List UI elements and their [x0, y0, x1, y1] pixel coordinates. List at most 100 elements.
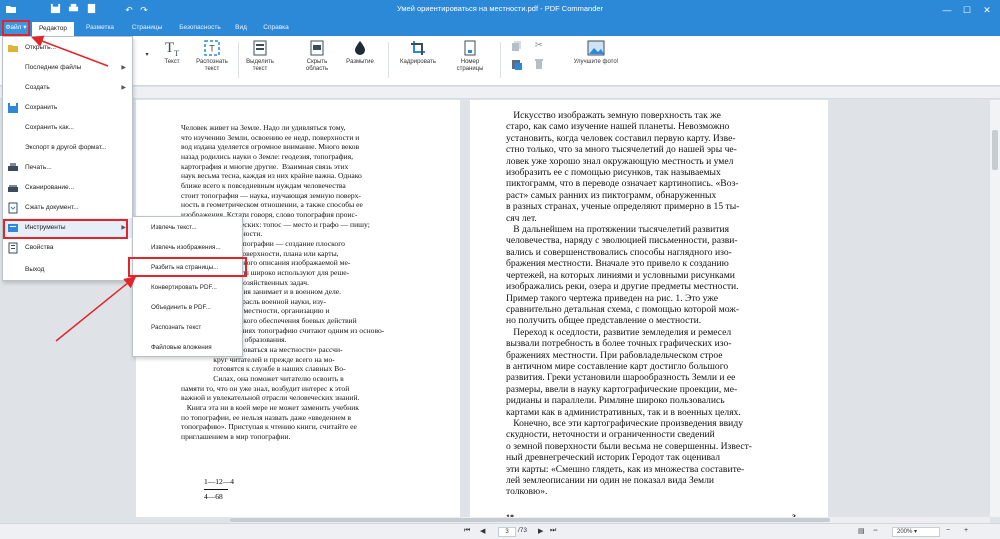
ribbon-separator: [500, 42, 501, 78]
menu-item-create[interactable]: Создать ▶: [3, 78, 132, 98]
select-text-label: Выделить текст: [246, 59, 274, 72]
compress-icon: [7, 202, 19, 214]
menu-item-scan[interactable]: Сканирование...: [3, 178, 132, 198]
zoom-in-icon[interactable]: +: [964, 527, 968, 534]
window-title: Умей ориентироваться на местности.pdf - …: [396, 4, 604, 13]
menu-item-open[interactable]: Открыть...: [3, 38, 132, 58]
split-pages-highlight-box: [128, 257, 247, 277]
single-page-view-icon[interactable]: ▤: [858, 527, 865, 535]
save-icon: [7, 102, 19, 114]
blur-label: Размытие: [346, 59, 374, 65]
file-menu: Открыть... Последние файлы ▶ Создать ▶ С…: [2, 36, 133, 281]
paste-icon: [511, 58, 523, 70]
title-bar: ↶ ↷ Умей ориентироваться на местности.pd…: [0, 0, 1000, 20]
tab-file[interactable]: Файл ▾: [2, 20, 30, 36]
tab-pages[interactable]: Страницы: [124, 20, 170, 36]
minimize-icon[interactable]: —: [938, 2, 956, 18]
workspace-toolbar: [0, 87, 1000, 99]
tab-view[interactable]: Вид: [230, 20, 252, 36]
first-page-icon[interactable]: ⏮: [464, 527, 470, 535]
tab-markup[interactable]: Разметка: [78, 20, 122, 36]
hide-area-button[interactable]: Скрыть область: [300, 40, 334, 82]
tab-help[interactable]: Справка: [256, 20, 296, 36]
maximize-icon[interactable]: ☐: [958, 2, 976, 18]
printer-icon: [7, 162, 19, 174]
left-page-signature-top: 1—12—4: [204, 477, 234, 486]
page-number-input[interactable]: 3: [498, 527, 516, 537]
chevron-right-icon: ▶: [121, 65, 126, 71]
close-icon[interactable]: ✕: [978, 2, 996, 18]
tools-highlight-box: [3, 219, 128, 239]
submenu-item-extract-images[interactable]: Извлечь изображения...: [133, 238, 242, 258]
page-number-label: Номер страницы: [456, 59, 484, 72]
menu-item-exit[interactable]: Выход: [3, 260, 132, 280]
text-icon: TT: [164, 40, 180, 58]
left-page-signature-bottom: 4—68: [204, 492, 223, 501]
recognize-text-button[interactable]: T Распознать текст: [190, 40, 234, 82]
ribbon-separator: [238, 42, 239, 78]
submenu-item-merge-pdf[interactable]: Объединить в PDF...: [133, 298, 242, 318]
dropdown-chevron-button[interactable]: ▾: [140, 40, 154, 82]
scrollbar-thumb[interactable]: [230, 518, 830, 522]
fit-width-icon[interactable]: ⇔: [872, 527, 879, 534]
improve-photo-button[interactable]: Улучшите фото!: [568, 40, 624, 82]
status-bar: ⏮ ◀ 3 /73 ▶ ⏭ ▤ ⇔ 200% ▾ − +: [0, 523, 1000, 539]
right-page-text: Искусство изображать земную поверхность …: [506, 110, 752, 498]
zoom-select[interactable]: 200% ▾: [892, 527, 940, 537]
signature-divider: [204, 489, 228, 490]
submenu-item-recognize-text[interactable]: Распознать текст: [133, 318, 242, 338]
improve-photo-label: Улучшите фото!: [573, 59, 619, 65]
ribbon-toolbar: ▾ TT Текст T Распознать текст Выделить т…: [0, 36, 1000, 86]
properties-icon: [7, 242, 19, 254]
tab-security[interactable]: Безопасность: [172, 20, 228, 36]
hide-area-icon: [309, 40, 325, 56]
chevron-right-icon: ▶: [121, 85, 126, 91]
pdf-commander-window: ↶ ↷ Умей ориентироваться на местности.pd…: [0, 0, 1000, 539]
menu-item-print[interactable]: Печать...: [3, 158, 132, 178]
pdf-page-right: Искусство изображать земную поверхность …: [470, 100, 828, 522]
text-button-label: Текст: [164, 59, 180, 65]
next-page-icon[interactable]: ▶: [538, 527, 543, 535]
scissors-icon: ✂: [534, 40, 544, 51]
select-text-button[interactable]: Выделить текст: [242, 40, 278, 82]
select-text-icon: [252, 40, 268, 56]
ribbon-tabs: Файл ▾ Редактор Разметка Страницы Безопа…: [0, 20, 1000, 36]
menu-item-compress[interactable]: Сжать документ...: [3, 198, 132, 218]
crop-button[interactable]: Кадрировать: [396, 40, 440, 82]
photo-icon: [587, 40, 605, 56]
scanner-icon: [7, 182, 19, 194]
menu-item-recent-files[interactable]: Последние файлы ▶: [3, 58, 132, 78]
copy-icon: [511, 40, 523, 52]
zoom-out-icon[interactable]: −: [946, 527, 950, 534]
paste-icon-button[interactable]: [510, 58, 524, 72]
blur-drop-icon: [352, 40, 368, 56]
submenu-item-file-attachments[interactable]: Файловые вложения: [133, 338, 242, 358]
ribbon-separator: [388, 42, 389, 78]
recognize-icon: T: [204, 40, 220, 56]
crop-icon: [410, 40, 426, 56]
menu-item-export[interactable]: Экспорт в другой формат...: [3, 138, 132, 158]
vertical-scrollbar[interactable]: [990, 100, 1000, 517]
prev-page-icon[interactable]: ◀: [480, 527, 485, 535]
last-page-icon[interactable]: ⏭: [550, 527, 556, 535]
menu-item-properties[interactable]: Свойства: [3, 238, 132, 258]
open-folder-icon: [7, 42, 19, 54]
hide-area-label: Скрыть область: [305, 59, 329, 72]
total-pages: /73: [518, 527, 528, 534]
page-number-button[interactable]: Номер страницы: [452, 40, 488, 82]
blur-button[interactable]: Размытие: [342, 40, 378, 82]
trash-icon: [533, 58, 545, 70]
crop-label: Кадрировать: [400, 59, 436, 65]
page-number-icon: [462, 40, 478, 56]
text-button[interactable]: TT Текст: [158, 40, 186, 82]
tools-submenu: Извлечь текст... Извлечь изображения... …: [132, 216, 243, 357]
scrollbar-thumb[interactable]: [992, 130, 998, 170]
recognize-text-label: Распознать текст: [196, 59, 228, 72]
menu-item-save-as[interactable]: Сохранить как...: [3, 118, 132, 138]
menu-item-save[interactable]: Сохранить: [3, 98, 132, 118]
tab-editor[interactable]: Редактор: [32, 22, 74, 36]
submenu-item-convert-pdf[interactable]: Конвертировать PDF...: [133, 278, 242, 298]
svg-text:T: T: [209, 44, 215, 54]
delete-icon-button[interactable]: [532, 58, 546, 72]
submenu-item-extract-text[interactable]: Извлечь текст...: [133, 218, 242, 238]
